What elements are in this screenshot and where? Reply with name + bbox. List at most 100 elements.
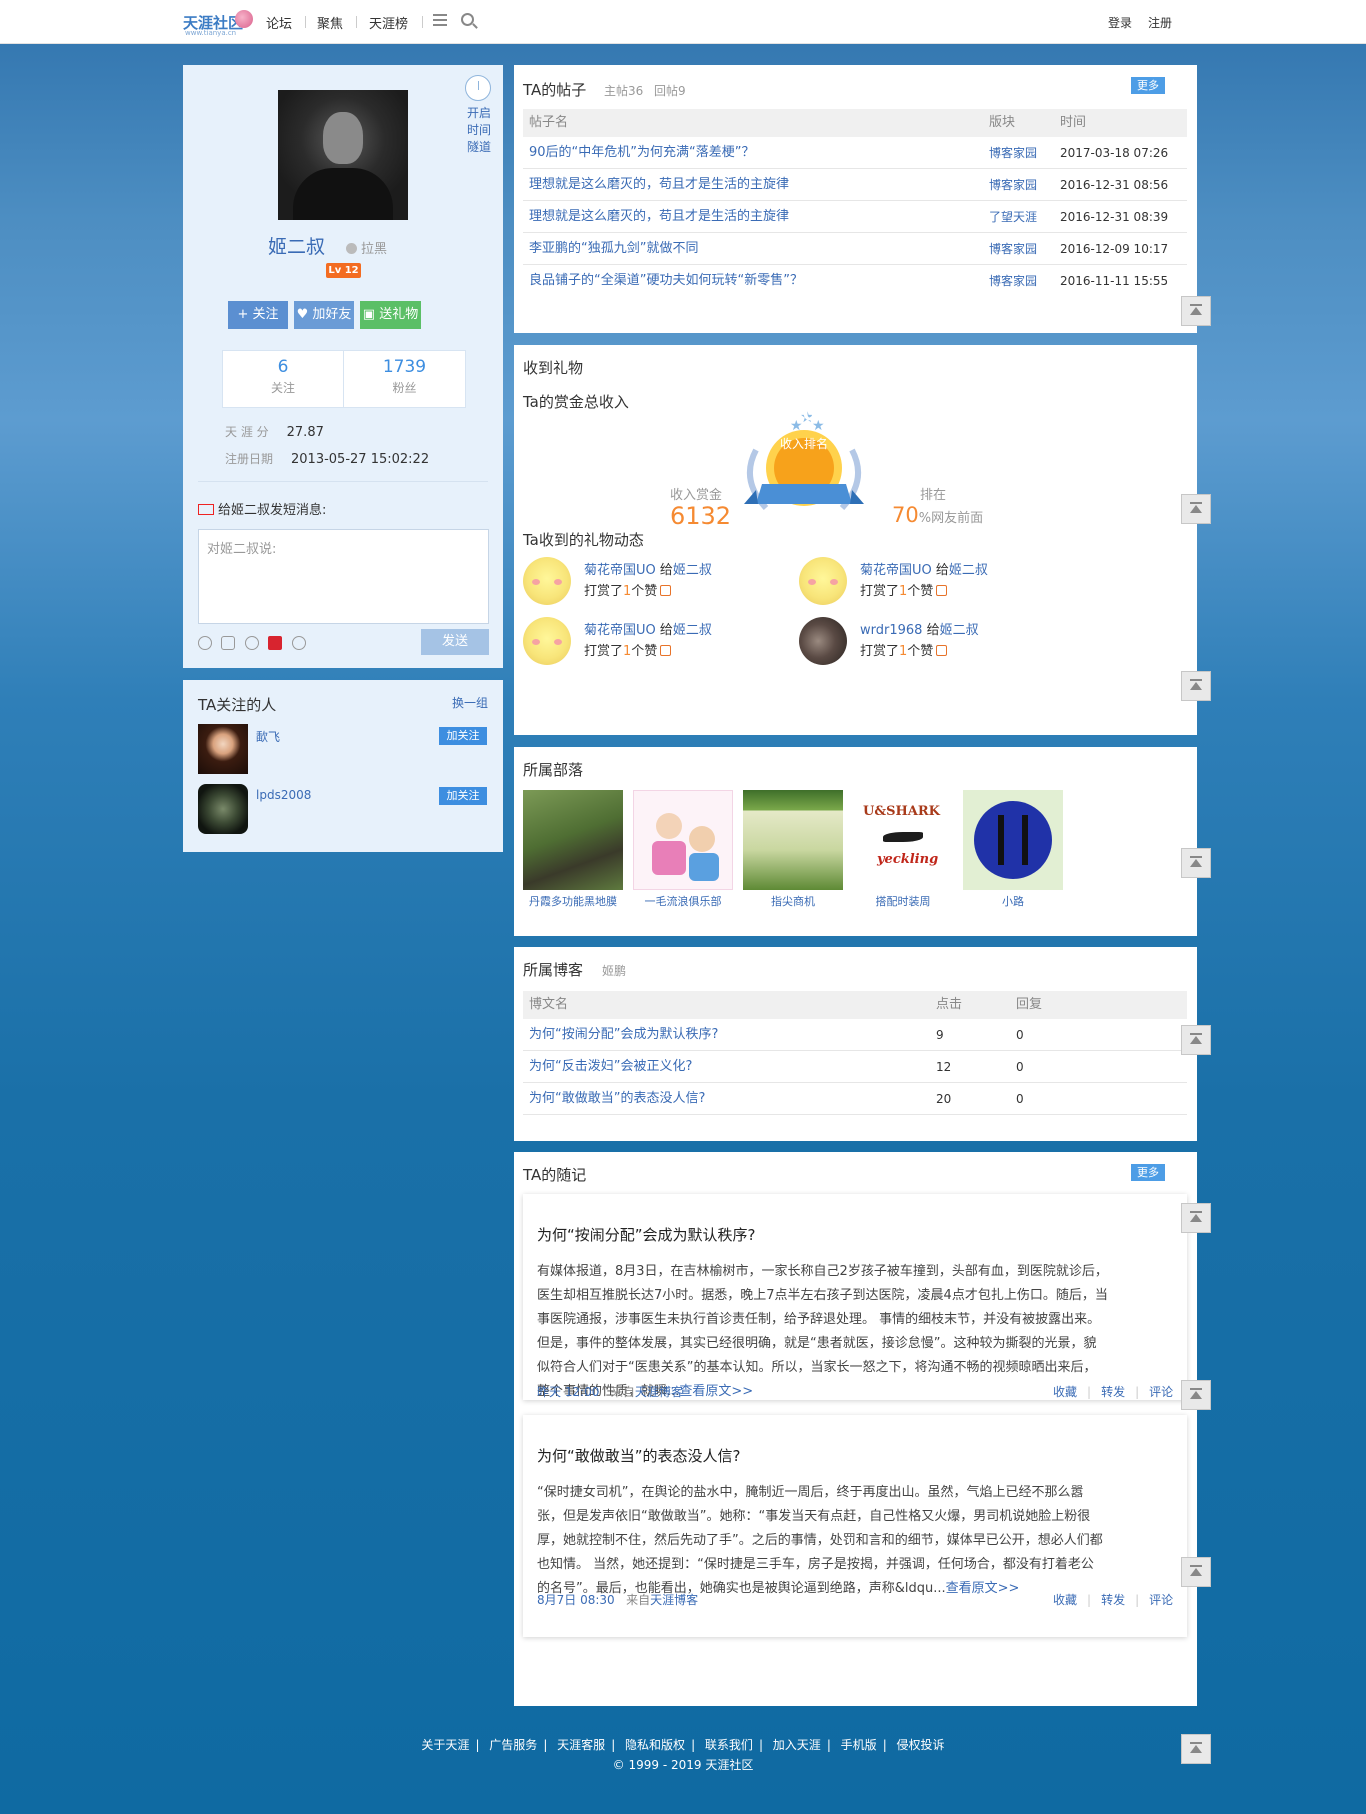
tribe-image[interactable] xyxy=(633,790,733,890)
message-title: 给姬二叔发短消息: xyxy=(198,499,326,518)
search-icon[interactable] xyxy=(461,13,474,26)
nav-divider xyxy=(356,16,357,28)
following-stat[interactable]: 6 关注 xyxy=(223,351,344,407)
tribe-name[interactable]: 指尖商机 xyxy=(743,893,843,909)
user-avatar[interactable] xyxy=(198,724,248,774)
tianya-logo[interactable]: 天涯社区 www.tianya.cn xyxy=(183,10,253,38)
blog-table-header: 博文名 点击 回复 xyxy=(523,991,1187,1019)
register-link[interactable]: 注册 xyxy=(1148,14,1172,31)
tribe-image[interactable] xyxy=(743,790,843,890)
login-link[interactable]: 登录 xyxy=(1108,14,1132,31)
table-row[interactable]: 为何“反击泼妇”会被正义化? 12 0 xyxy=(523,1051,1187,1083)
user-avatar[interactable] xyxy=(799,557,847,605)
add-follow-button[interactable]: 加关注 xyxy=(439,727,487,745)
tribe-image[interactable]: U&SHARK yeckling xyxy=(853,790,953,890)
nav-ranking[interactable]: 天涯榜 xyxy=(369,13,408,32)
user-avatar[interactable] xyxy=(198,784,248,834)
back-to-top-button[interactable] xyxy=(1181,1380,1211,1410)
gift-icon[interactable] xyxy=(292,636,306,650)
note-title[interactable]: 为何“敢做敢当”的表态没人信? xyxy=(537,1445,741,1466)
back-to-top-button[interactable] xyxy=(1181,494,1211,524)
nav-focus[interactable]: 聚焦 xyxy=(317,13,343,32)
user-avatar[interactable] xyxy=(799,617,847,665)
forward-link[interactable]: 转发 xyxy=(1101,1385,1125,1399)
tribe-name[interactable]: 一毛流浪俱乐部 xyxy=(633,893,733,909)
tribe-name[interactable]: 丹霞多功能黑地膜 xyxy=(523,893,623,909)
table-row[interactable]: 良品铺子的“全渠道”硬功夫如何玩转“新零售”？ 博客家园 2016-11-11 15… xyxy=(523,265,1187,297)
note-card: 为何“按闹分配”会成为默认秩序? 有媒体报道，8月3日，在吉林榆树市，一家长称自… xyxy=(523,1194,1187,1400)
clock-icon[interactable] xyxy=(245,636,259,650)
block-button[interactable]: 拉黑 xyxy=(346,238,387,257)
footer-link[interactable]: 联系我们 xyxy=(705,1738,753,1752)
user-avatar[interactable] xyxy=(523,617,571,665)
fans-stat[interactable]: 1739 粉丝 xyxy=(344,351,465,407)
tribe-image[interactable] xyxy=(523,790,623,890)
emoji-icon[interactable] xyxy=(198,636,212,650)
footer-link[interactable]: 侵权投诉 xyxy=(897,1738,945,1752)
read-more-link[interactable]: 查看原文>> xyxy=(679,1384,753,1399)
gift-activity-detail: 打赏了1个赞 xyxy=(584,580,672,599)
footer-link[interactable]: 隐私和版权 xyxy=(625,1738,685,1752)
more-button[interactable]: 更多 xyxy=(1131,1164,1165,1181)
nav-forum[interactable]: 论坛 xyxy=(266,13,292,32)
footer-links: 关于天涯 | 广告服务 | 天涯客服 | 隐私和版权 | 联系我们 | 加入天涯 | 手机版… xyxy=(421,1738,945,1752)
read-more-link[interactable]: 查看原文>> xyxy=(946,1581,1020,1596)
table-row[interactable]: 90后的“中年危机”为何充满“落差梗”？ 博客家园 2017-03-18 07:26 xyxy=(523,137,1187,169)
send-gift-button[interactable]: ▣ 送礼物 xyxy=(360,301,421,329)
table-row[interactable]: 李亚鹏的“独孤九剑”就做不同 博客家园 2016-12-09 10:17 xyxy=(523,233,1187,265)
back-to-top-button[interactable] xyxy=(1181,1025,1211,1055)
menu-icon[interactable] xyxy=(433,14,447,26)
switch-group-link[interactable]: 换一组 xyxy=(452,694,488,711)
footer-link[interactable]: 手机版 xyxy=(841,1738,877,1752)
gift-activity-detail: 打赏了1个赞 xyxy=(860,640,948,659)
send-button[interactable]: 发送 xyxy=(421,629,489,655)
more-button[interactable]: 更多 xyxy=(1131,77,1165,94)
clock-icon[interactable] xyxy=(465,75,491,101)
red-envelope-icon[interactable] xyxy=(268,636,282,650)
note-body: “保时捷女司机”，在舆论的盐水中，腌制近一周后，终于再度出山。虽然，气焰上已经不… xyxy=(537,1485,1103,1596)
table-row[interactable]: 理想就是这么磨灭的，苟且才是生活的主旋律 了望天涯 2016-12-31 08:39 xyxy=(523,201,1187,233)
rank-label: 排在 xyxy=(920,488,947,503)
thumb-up-icon xyxy=(660,585,672,596)
forward-link[interactable]: 转发 xyxy=(1101,1593,1125,1607)
collect-link[interactable]: 收藏 xyxy=(1053,1385,1077,1399)
user-name[interactable]: 姬二叔 xyxy=(268,232,325,259)
tribe-name[interactable]: 小路 xyxy=(963,893,1063,909)
back-to-top-button[interactable] xyxy=(1181,296,1211,326)
table-row[interactable]: 为何“按闹分配”会成为默认秩序? 9 0 xyxy=(523,1019,1187,1051)
posts-title: TA的帖子 xyxy=(523,81,587,99)
footer-link[interactable]: 广告服务 xyxy=(489,1738,537,1752)
back-to-top-button[interactable] xyxy=(1181,671,1211,701)
note-meta: 昨天 12:00 来自天涯博客 xyxy=(537,1385,683,1399)
footer-link[interactable]: 天涯客服 xyxy=(557,1738,605,1752)
back-to-top-button[interactable] xyxy=(1181,848,1211,878)
followed-user-name[interactable]: 歃飞 xyxy=(256,728,280,745)
note-meta: 8月7日 08:30 来自天涯博客 xyxy=(537,1593,699,1607)
followed-user-name[interactable]: lpds2008 xyxy=(256,788,311,802)
comment-link[interactable]: 评论 xyxy=(1149,1385,1173,1399)
tribe-image[interactable] xyxy=(963,790,1063,890)
back-to-top-button[interactable] xyxy=(1181,1557,1211,1587)
badge-value: 100+ xyxy=(773,401,835,425)
footer-link[interactable]: 加入天涯 xyxy=(773,1738,821,1752)
comment-link[interactable]: 评论 xyxy=(1149,1593,1173,1607)
tribe-name[interactable]: 搭配时装周 xyxy=(853,893,953,909)
table-row[interactable]: 理想就是这么磨灭的，苟且才是生活的主旋律 博客家园 2016-12-31 08:56 xyxy=(523,169,1187,201)
following-title: TA关注的人 xyxy=(198,696,277,714)
message-input[interactable]: 对姬二叔说: xyxy=(198,529,489,624)
back-to-top-button[interactable] xyxy=(1181,1203,1211,1233)
user-avatar[interactable] xyxy=(523,557,571,605)
main-post-count: 主帖36 xyxy=(604,84,644,98)
time-tunnel-link[interactable]: 开启 时间 隧道 xyxy=(465,105,493,156)
note-title[interactable]: 为何“按闹分配”会成为默认秩序? xyxy=(537,1224,756,1245)
add-follow-button[interactable]: 加关注 xyxy=(439,787,487,805)
rank-value-row: 70%网友前面 xyxy=(892,503,984,527)
follow-button[interactable]: + 关注 xyxy=(228,301,288,329)
add-friend-button[interactable]: ♥ 加好友 xyxy=(294,301,354,329)
heart-icon: ♥ xyxy=(296,307,309,322)
footer-link[interactable]: 关于天涯 xyxy=(421,1738,469,1752)
user-avatar[interactable] xyxy=(278,90,408,220)
collect-link[interactable]: 收藏 xyxy=(1053,1593,1077,1607)
camera-icon[interactable] xyxy=(221,636,235,650)
table-row[interactable]: 为何“敢做敢当”的表态没人信? 20 0 xyxy=(523,1083,1187,1115)
